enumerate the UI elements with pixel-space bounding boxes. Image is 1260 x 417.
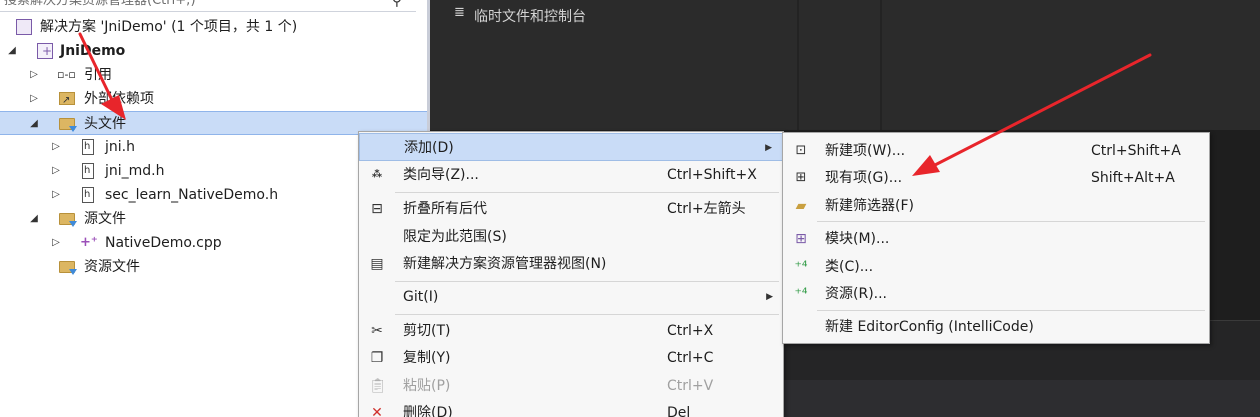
external-deps-icon xyxy=(59,89,75,113)
menu-separator xyxy=(395,314,779,315)
existing-item-icon: ⊞ xyxy=(795,170,807,185)
menu-item-add[interactable]: 添加(D) ▶ xyxy=(359,133,783,161)
expand-icon[interactable]: ▷ xyxy=(28,63,40,87)
copy-icon: ❐ xyxy=(370,350,384,366)
expand-icon[interactable]: ▷ xyxy=(50,135,62,159)
class-icon: ⁺⁴ xyxy=(794,259,808,275)
chevron-down-icon[interactable]: ▾ xyxy=(409,0,414,3)
tree-item-external-deps[interactable]: ▷ 外部依赖项 xyxy=(0,87,427,113)
references-icon: ▫-▫ xyxy=(57,68,76,81)
scissors-icon: ✂ xyxy=(371,323,383,339)
menu-item-editorconfig[interactable]: 新建 EditorConfig (IntelliCode) xyxy=(783,313,1209,341)
expand-icon[interactable]: ▷ xyxy=(50,183,62,207)
context-menu: 添加(D) ▶ ⁂ 类向导(Z)... Ctrl+Shift+X ⊟ 折叠所有后… xyxy=(358,131,784,417)
menu-item-new-view[interactable]: ▤ 新建解决方案资源管理器视图(N) xyxy=(359,250,783,278)
filter-folder-icon xyxy=(59,213,77,227)
search-placeholder: 搜索解决方案资源管理器(Ctrl+;) xyxy=(4,0,196,8)
solution-icon xyxy=(16,19,32,35)
cpp-file-icon: +⁺ xyxy=(80,235,98,250)
tree-item-project[interactable]: ◢ JniDemo xyxy=(0,39,427,63)
new-view-icon: ▤ xyxy=(370,256,384,272)
tree-label: jni_md.h xyxy=(105,163,165,179)
menu-item-module[interactable]: ⊞ 模块(M)... xyxy=(783,225,1209,253)
menu-item-delete[interactable]: ✕ 删除(D) Del xyxy=(359,399,783,417)
submenu-arrow-icon: ▶ xyxy=(766,292,773,302)
menu-item-paste[interactable]: 📋︎ 粘贴(P) Ctrl+V xyxy=(359,372,783,400)
tree-label: 头文件 xyxy=(84,116,126,132)
add-submenu: ⊡ 新建项(W)... Ctrl+Shift+A ⊞ 现有项(G)... Shi… xyxy=(782,132,1210,344)
delete-x-icon: ✕ xyxy=(371,405,383,417)
expand-icon[interactable]: ▷ xyxy=(50,231,62,255)
editor-tab-label[interactable]: 临时文件和控制台 xyxy=(474,6,586,26)
search-icon[interactable]: ⚲ xyxy=(392,0,402,9)
solution-label: 解决方案 'JniDemo' (1 个项目，共 1 个) xyxy=(40,19,298,35)
tree-label: 资源文件 xyxy=(84,259,140,275)
submenu-arrow-icon: ▶ xyxy=(765,143,772,153)
menu-item-git[interactable]: Git(I) ▶ xyxy=(359,283,783,311)
collapse-icon[interactable]: ◢ xyxy=(28,112,40,136)
expand-icon[interactable]: ▷ xyxy=(28,87,40,111)
tree-label: jni.h xyxy=(105,139,135,155)
menu-item-new-item[interactable]: ⊡ 新建项(W)... Ctrl+Shift+A xyxy=(783,137,1209,165)
document-clock-icon: ≣ xyxy=(454,5,465,20)
menu-item-class-wizard[interactable]: ⁂ 类向导(Z)... Ctrl+Shift+X xyxy=(359,161,783,189)
menu-item-resource[interactable]: ⁺⁴ 资源(R)... xyxy=(783,280,1209,308)
search-box[interactable]: 搜索解决方案资源管理器(Ctrl+;) ⚲ ▾ xyxy=(0,0,416,12)
project-label: JniDemo xyxy=(60,43,126,59)
tree-label: NativeDemo.cpp xyxy=(105,235,222,251)
tree-label: sec_learn_NativeDemo.h xyxy=(105,187,279,203)
tree-item-solution[interactable]: 解决方案 'JniDemo' (1 个项目，共 1 个) xyxy=(0,15,427,39)
menu-separator xyxy=(395,192,779,193)
status-area xyxy=(783,380,1260,417)
module-icon: ⊞ xyxy=(795,231,807,247)
collapse-all-icon: ⊟ xyxy=(371,201,383,217)
menu-item-copy[interactable]: ❐ 复制(Y) Ctrl+C xyxy=(359,344,783,372)
tree-label: 引用 xyxy=(84,67,112,83)
clipboard-icon: 📋︎ xyxy=(369,378,387,394)
header-file-icon xyxy=(82,183,94,207)
menu-item-class[interactable]: ⁺⁴ 类(C)... xyxy=(783,253,1209,281)
header-file-icon xyxy=(82,159,94,183)
menu-separator xyxy=(817,221,1205,222)
class-wizard-icon: ⁂ xyxy=(371,169,383,180)
collapse-icon[interactable]: ◢ xyxy=(6,39,18,63)
new-item-icon: ⊡ xyxy=(795,143,807,158)
divider xyxy=(880,0,882,130)
cpp-project-icon xyxy=(37,39,53,63)
new-filter-folder-icon: ▰ xyxy=(795,198,807,214)
filter-folder-icon xyxy=(59,261,77,275)
filter-folder-icon xyxy=(59,118,77,132)
resource-icon: ⁺⁴ xyxy=(794,286,808,302)
menu-item-collapse-all[interactable]: ⊟ 折叠所有后代 Ctrl+左箭头 xyxy=(359,195,783,223)
collapse-icon[interactable]: ◢ xyxy=(28,207,40,231)
tree-label: 源文件 xyxy=(84,211,126,227)
menu-item-existing-item[interactable]: ⊞ 现有项(G)... Shift+Alt+A xyxy=(783,164,1209,192)
menu-separator xyxy=(395,281,779,282)
expand-icon[interactable]: ▷ xyxy=(50,159,62,183)
tree-label: 外部依赖项 xyxy=(84,91,154,107)
menu-item-new-filter[interactable]: ▰ 新建筛选器(F) xyxy=(783,192,1209,220)
menu-item-scope-to-this[interactable]: 限定为此范围(S) xyxy=(359,223,783,251)
menu-separator xyxy=(817,310,1205,311)
divider xyxy=(797,0,799,130)
tree-item-references[interactable]: ▷ ▫-▫ 引用 xyxy=(0,63,427,87)
menu-item-cut[interactable]: ✂ 剪切(T) Ctrl+X xyxy=(359,317,783,345)
header-file-icon xyxy=(82,135,94,159)
